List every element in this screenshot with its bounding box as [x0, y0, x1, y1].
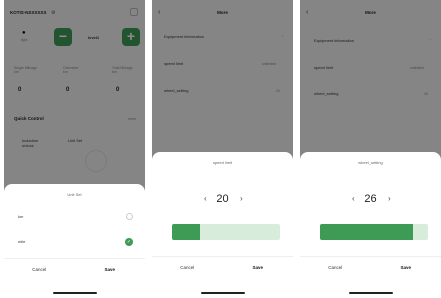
option-km-radio[interactable] [126, 213, 133, 220]
option-mile-radio[interactable]: ✓ [125, 238, 133, 246]
home-indicator [348, 292, 393, 294]
cancel-button[interactable]: Cancel [152, 265, 223, 270]
sheet-title: speed limit [212, 160, 233, 165]
wheel-setting-sheet: wheel_setting ‹ 26 › Cancel Save [300, 152, 441, 298]
divider [152, 256, 293, 257]
sheet-title: wheel_setting [358, 160, 383, 165]
sheet-title: Unit Set [67, 192, 82, 197]
cancel-button[interactable]: Cancel [4, 267, 75, 272]
unit-set-sheet: Unit Set km mile ✓ Cancel Save [4, 184, 145, 298]
home-indicator [200, 292, 245, 294]
option-km-label[interactable]: km [18, 214, 23, 219]
save-button[interactable]: Save [371, 265, 441, 270]
phone-screen-speed-limit: ‹ More Equipment information › speed lim… [152, 0, 293, 298]
save-button[interactable]: Save [223, 265, 294, 270]
option-mile-label[interactable]: mile [18, 239, 25, 244]
increase-button[interactable]: › [240, 194, 243, 203]
increase-button[interactable]: › [388, 194, 391, 203]
home-indicator [52, 292, 97, 294]
divider [300, 256, 441, 257]
phone-screen-wheel-setting: ‹ More Equipment information › speed lim… [300, 0, 441, 298]
phone-screen-vehicle: KOTIS-NXXXXXX ⚙ ● light − level1 + Singl… [4, 0, 145, 298]
value-slider-fill [320, 224, 413, 240]
value-slider[interactable] [320, 224, 428, 240]
value-display: 26 [364, 193, 377, 205]
value-slider[interactable] [172, 224, 280, 240]
value-slider-fill [172, 224, 201, 240]
save-button[interactable]: Save [75, 267, 146, 272]
divider [4, 258, 145, 259]
cancel-button[interactable]: Cancel [300, 265, 371, 270]
value-display: 20 [216, 193, 229, 205]
speed-limit-sheet: speed limit ‹ 20 › Cancel Save [152, 152, 293, 298]
